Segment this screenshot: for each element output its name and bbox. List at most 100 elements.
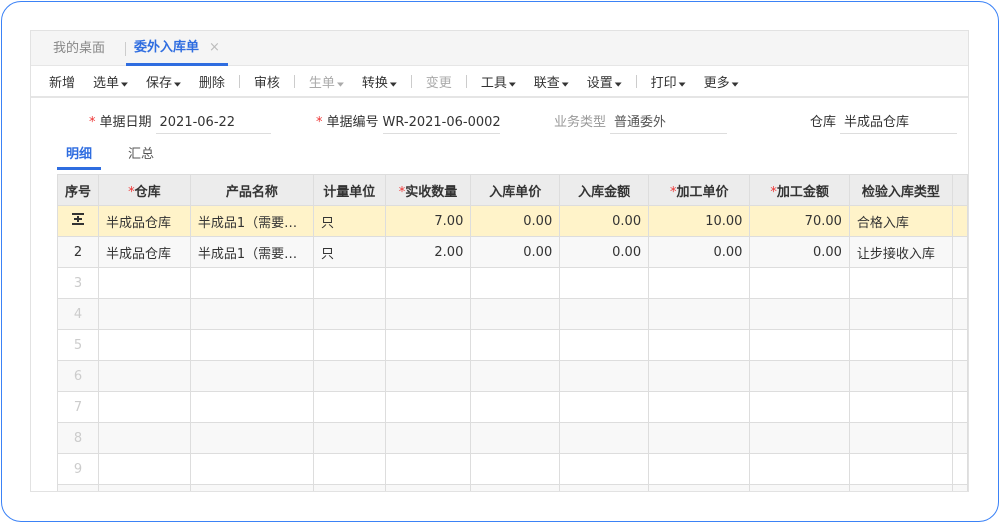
toolbar-button-8[interactable]: 工具 ▼: [481, 72, 516, 91]
table-cell[interactable]: [848, 453, 953, 485]
table-cell[interactable]: 0.00: [559, 236, 650, 268]
table-cell[interactable]: 7.00: [384, 205, 472, 237]
table-row[interactable]: 2 半成品仓库 半成品1（需要… 只 2.00 0.00 0.00 0.00 0.00 让步接收入…: [56, 236, 968, 268]
table-cell[interactable]: [648, 267, 751, 299]
table-cell[interactable]: [470, 422, 561, 454]
table-cell[interactable]: [559, 298, 650, 330]
empty-row[interactable]: 9: [56, 453, 968, 485]
table-cell[interactable]: [848, 360, 953, 392]
table-cell[interactable]: 10.00: [648, 205, 751, 237]
number-input[interactable]: WR-2021-06-0002: [382, 115, 501, 134]
table-cell[interactable]: [98, 267, 191, 299]
table-cell[interactable]: [470, 360, 561, 392]
column-header[interactable]: 计量单位: [313, 174, 386, 206]
empty-row[interactable]: 8: [56, 422, 968, 454]
table-cell[interactable]: [559, 267, 650, 299]
table-cell[interactable]: [384, 422, 472, 454]
table-cell[interactable]: 2.00: [384, 236, 472, 268]
tab-outsource-receipt[interactable]: 委外入库单 ×: [126, 31, 228, 66]
table-cell[interactable]: [384, 329, 472, 361]
table-cell[interactable]: [951, 453, 968, 485]
table-cell[interactable]: 半成品仓库: [98, 236, 191, 268]
table-cell[interactable]: [559, 453, 650, 485]
empty-row[interactable]: 4: [56, 298, 968, 330]
table-cell[interactable]: [749, 267, 850, 299]
toolbar-button-10[interactable]: 设置 ▼: [587, 72, 622, 91]
insert-row-icon[interactable]: [71, 212, 85, 226]
table-cell[interactable]: [470, 329, 561, 361]
subtab-detail[interactable]: 明细: [57, 143, 102, 170]
table-cell[interactable]: [749, 329, 850, 361]
table-cell[interactable]: [313, 329, 386, 361]
table-cell[interactable]: [470, 298, 561, 330]
table-cell[interactable]: [98, 360, 191, 392]
date-input[interactable]: 2021-06-22: [155, 115, 271, 134]
table-cell[interactable]: [559, 329, 650, 361]
column-header[interactable]: *加工金额: [749, 174, 850, 206]
table-cell[interactable]: [313, 360, 386, 392]
table-cell[interactable]: [848, 298, 953, 330]
table-cell[interactable]: [749, 360, 850, 392]
table-cell[interactable]: [189, 329, 315, 361]
column-header[interactable]: *实收数量: [384, 174, 472, 206]
table-cell[interactable]: 让步接收入库: [848, 236, 953, 268]
toolbar-button-1[interactable]: 选单 ▼: [93, 72, 128, 91]
table-cell[interactable]: [313, 391, 386, 423]
table-cell[interactable]: [648, 453, 751, 485]
table-cell[interactable]: 半成品1（需要…: [189, 236, 315, 268]
table-cell[interactable]: 0.00: [470, 205, 561, 237]
table-cell[interactable]: [648, 298, 751, 330]
table-cell[interactable]: [951, 360, 968, 392]
warehouse-input[interactable]: 半成品仓库: [840, 111, 958, 134]
table-cell[interactable]: [848, 391, 953, 423]
column-header[interactable]: 入库金额: [559, 174, 650, 206]
toolbar-button-9[interactable]: 联查 ▼: [534, 72, 569, 91]
table-cell[interactable]: [189, 391, 315, 423]
table-cell[interactable]: 只: [313, 236, 386, 268]
table-cell[interactable]: [648, 329, 751, 361]
column-header[interactable]: 检验入库类型: [848, 174, 953, 206]
table-cell[interactable]: [951, 298, 968, 330]
table-cell[interactable]: [648, 360, 751, 392]
empty-row[interactable]: 6: [56, 360, 968, 392]
table-cell[interactable]: [384, 298, 472, 330]
toolbar-button-12[interactable]: 更多 ▼: [704, 72, 739, 91]
table-cell[interactable]: [749, 422, 850, 454]
table-cell[interactable]: [384, 360, 472, 392]
toolbar-button-2[interactable]: 保存 ▼: [146, 72, 181, 91]
empty-row[interactable]: 5: [56, 329, 968, 361]
table-cell[interactable]: [559, 422, 650, 454]
table-cell[interactable]: 0.00: [749, 236, 850, 268]
table-cell[interactable]: [384, 453, 472, 485]
table-cell[interactable]: 合格入库: [848, 205, 953, 237]
table-cell[interactable]: [951, 329, 968, 361]
toolbar-button-6[interactable]: 转换 ▼: [362, 72, 397, 91]
column-header[interactable]: 序号: [56, 174, 100, 206]
close-icon[interactable]: ×: [209, 40, 220, 55]
toolbar-button-3[interactable]: 删除: [199, 72, 225, 91]
table-cell[interactable]: [648, 422, 751, 454]
table-cell[interactable]: [470, 267, 561, 299]
table-cell[interactable]: 70.00: [749, 205, 850, 237]
table-cell[interactable]: [749, 298, 850, 330]
tab-desktop[interactable]: 我的桌面: [53, 31, 105, 66]
table-cell[interactable]: [189, 422, 315, 454]
table-cell[interactable]: [384, 391, 472, 423]
table-cell[interactable]: [189, 267, 315, 299]
table-cell[interactable]: [313, 267, 386, 299]
table-cell[interactable]: 0.00: [470, 236, 561, 268]
table-cell[interactable]: 半成品1（需要…: [189, 205, 315, 237]
table-cell[interactable]: [189, 360, 315, 392]
table-cell[interactable]: [848, 267, 953, 299]
table-cell[interactable]: 只: [313, 205, 386, 237]
table-cell[interactable]: [98, 391, 191, 423]
table-cell[interactable]: [559, 391, 650, 423]
table-cell[interactable]: [313, 298, 386, 330]
table-cell[interactable]: [848, 422, 953, 454]
table-cell[interactable]: [98, 329, 191, 361]
column-header[interactable]: 产品名称: [189, 174, 315, 206]
toolbar-button-4[interactable]: 审核: [254, 72, 280, 91]
table-cell[interactable]: [951, 267, 968, 299]
table-cell[interactable]: [189, 453, 315, 485]
table-cell[interactable]: [313, 422, 386, 454]
